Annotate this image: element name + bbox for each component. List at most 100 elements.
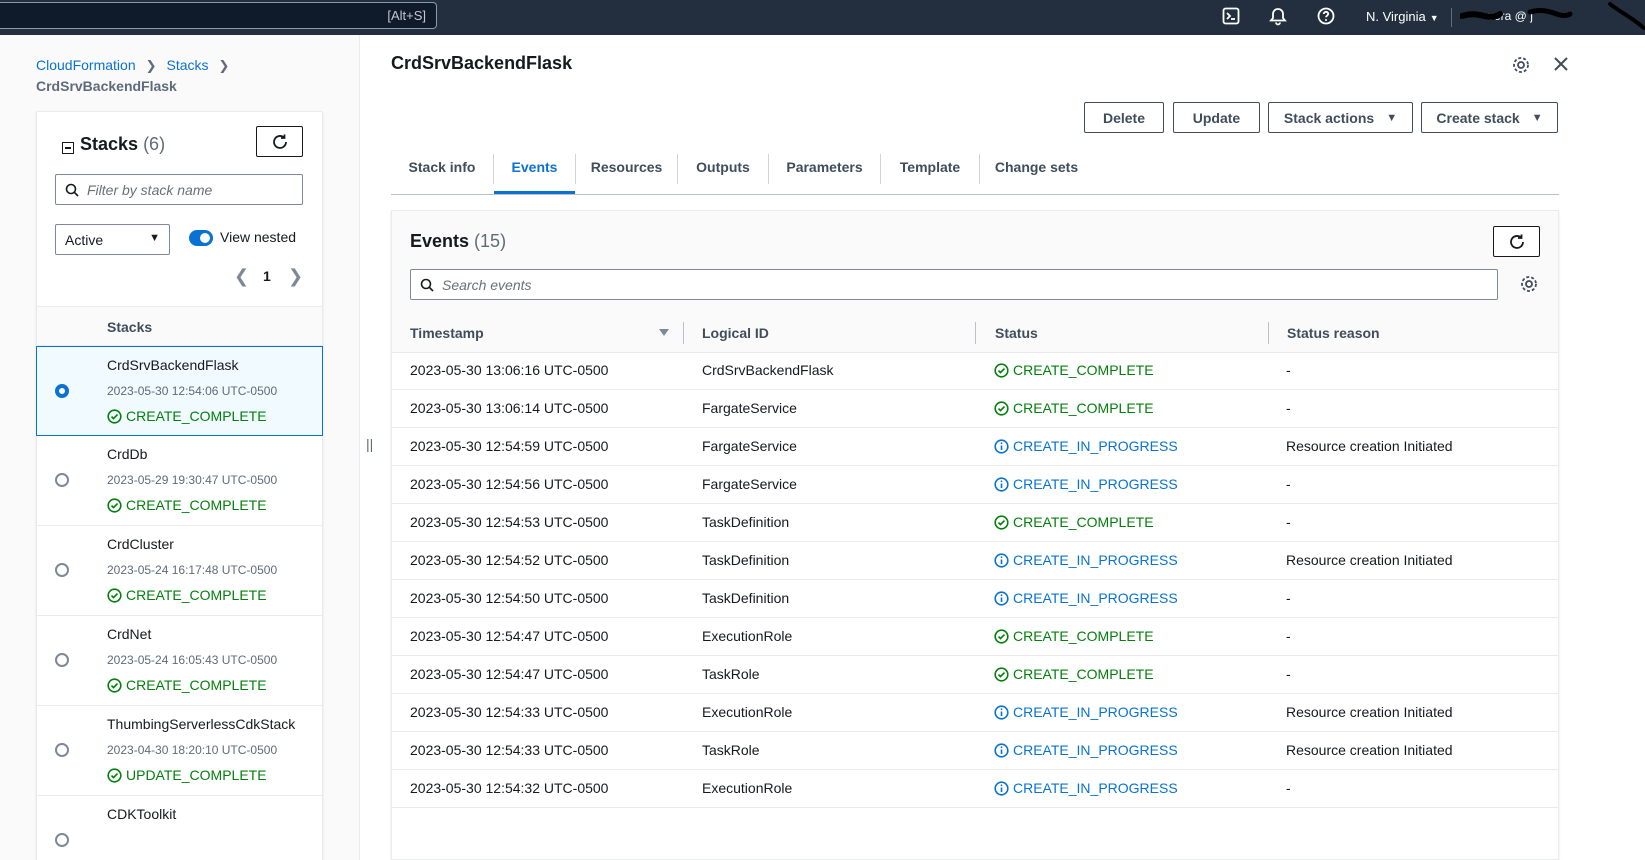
global-search-box[interactable]: [Alt+S] [0,2,437,29]
column-status-reason[interactable]: Status reason [1287,325,1380,341]
info-circle-icon [994,780,1009,796]
divider [1451,8,1452,27]
status-filter-select[interactable]: Active ▼ [55,224,170,255]
check-circle-icon [107,767,122,783]
update-button[interactable]: Update [1173,102,1260,133]
sort-descending-icon[interactable] [659,329,669,336]
event-status-label[interactable]: CREATE_IN_PROGRESS [1013,742,1178,758]
stack-list-item[interactable]: CrdCluster 2023-05-24 16:17:48 UTC-0500 CR… [37,526,322,616]
column-divider[interactable] [975,322,976,344]
region-selector[interactable]: N. Virginia ▼ [1366,9,1439,24]
view-nested-toggle[interactable] [189,230,213,246]
stack-created-date: 2023-05-30 12:54:06 UTC-0500 [107,384,278,398]
breadcrumb-cloudformation[interactable]: CloudFormation [36,57,136,73]
events-search-input[interactable]: Search events [410,269,1498,300]
stack-filter-input[interactable]: Filter by stack name [55,174,303,205]
stack-name[interactable]: CrdNet [107,626,151,642]
tab-events[interactable]: Events [494,144,575,194]
table-row: 2023-05-30 12:54:47 UTC-0500 TaskRole CREA… [392,656,1558,694]
stack-radio-button[interactable] [55,384,69,398]
table-row: 2023-05-30 12:54:56 UTC-0500 FargateServi… [392,466,1558,504]
event-status-label[interactable]: CREATE_IN_PROGRESS [1013,476,1178,492]
events-title: Events [410,231,470,251]
tab-stack-info[interactable]: Stack info [391,144,493,194]
stack-name[interactable]: CrdCluster [107,536,174,552]
event-status-label: CREATE_COMPLETE [1013,514,1154,530]
column-status[interactable]: Status [995,325,1038,341]
create-stack-button[interactable]: Create stack ▼ [1421,102,1558,133]
event-status-reason: - [1286,666,1291,682]
stack-name[interactable]: CrdDb [107,446,147,462]
event-status-label[interactable]: CREATE_IN_PROGRESS [1013,438,1178,454]
close-icon[interactable] [1551,54,1571,74]
table-preferences-gear-icon[interactable] [1519,274,1539,294]
stack-created-date: 2023-05-29 19:30:47 UTC-0500 [107,473,278,487]
tab-outputs[interactable]: Outputs [678,144,768,194]
info-circle-icon [994,590,1009,606]
event-timestamp: 2023-05-30 12:54:53 UTC-0500 [410,514,609,530]
next-page-icon[interactable]: ❯ [288,266,303,287]
tab-change-sets[interactable]: Change sets [980,144,1093,194]
stack-list-item[interactable]: CrdNet 2023-05-24 16:05:43 UTC-0500 CREATE… [37,616,322,706]
column-divider[interactable] [1268,322,1269,344]
stack-status: CREATE_COMPLETE [107,677,267,693]
event-status: CREATE_COMPLETE [994,362,1154,378]
stack-radio-button[interactable] [55,743,69,757]
event-timestamp: 2023-05-30 12:54:47 UTC-0500 [410,628,609,644]
check-circle-icon [994,362,1009,378]
column-timestamp[interactable]: Timestamp [410,325,484,341]
stack-radio-button[interactable] [55,833,69,847]
event-status-label[interactable]: CREATE_IN_PROGRESS [1013,780,1178,796]
event-status-reason: - [1286,590,1291,606]
stack-list-item[interactable]: CrdDb 2023-05-29 19:30:47 UTC-0500 CREATE_… [37,436,322,526]
delete-button[interactable]: Delete [1084,102,1164,133]
create-stack-label: Create stack [1436,109,1520,126]
column-divider[interactable] [683,322,684,344]
page-number[interactable]: 1 [263,268,271,284]
stack-list-item[interactable]: CrdSrvBackendFlask 2023-05-30 12:54:06 UT… [36,346,323,436]
event-status: CREATE_IN_PROGRESS [994,552,1178,568]
stack-radio-button[interactable] [55,653,69,667]
stacks-container: Stacks (6) Filter by stack name Active ▼… [36,111,323,860]
tab-parameters[interactable]: Parameters [769,144,880,194]
breadcrumb-stacks[interactable]: Stacks [167,57,209,73]
stack-list-item[interactable]: CDKToolkit [37,796,322,860]
tab-template[interactable]: Template [881,144,979,194]
stack-status: UPDATE_COMPLETE [107,767,267,783]
event-timestamp: 2023-05-30 13:06:14 UTC-0500 [410,400,609,416]
event-status: CREATE_COMPLETE [994,514,1154,530]
panel-resize-handle[interactable]: || [366,436,373,452]
refresh-stacks-button[interactable] [256,126,303,157]
stacks-column-label: Stacks [107,319,153,335]
event-status-reason: - [1286,780,1291,796]
collapse-icon[interactable] [62,142,74,154]
refresh-events-button[interactable] [1493,226,1540,257]
event-status-label[interactable]: CREATE_IN_PROGRESS [1013,704,1178,720]
event-status-reason: - [1286,362,1291,378]
stack-list-item[interactable]: ThumbingServerlessCdkStack 2023-04-30 18:… [37,706,322,796]
stack-radio-button[interactable] [55,563,69,577]
column-logical-id[interactable]: Logical ID [702,325,769,341]
event-status-label[interactable]: CREATE_IN_PROGRESS [1013,552,1178,568]
stack-status-label: UPDATE_COMPLETE [126,767,267,783]
table-row: 2023-05-30 12:54:47 UTC-0500 ExecutionRol… [392,618,1558,656]
update-label: Update [1192,109,1241,126]
stack-created-date: 2023-04-30 18:20:10 UTC-0500 [107,743,278,757]
cloudshell-icon[interactable] [1221,6,1241,26]
search-icon [420,278,434,292]
stack-name[interactable]: CrdSrvBackendFlask [107,357,239,373]
event-status: CREATE_IN_PROGRESS [994,704,1178,720]
event-logical-id: FargateService [702,476,797,492]
search-icon [65,183,79,197]
previous-page-icon[interactable]: ❮ [234,266,249,287]
stack-radio-button[interactable] [55,473,69,487]
event-status-reason: - [1286,476,1291,492]
stack-actions-button[interactable]: Stack actions ▼ [1268,102,1413,133]
bell-icon[interactable] [1268,6,1288,26]
help-icon[interactable] [1316,6,1336,26]
gear-icon[interactable] [1511,55,1531,75]
tab-resources[interactable]: Resources [576,144,677,194]
stack-name[interactable]: CDKToolkit [107,806,176,822]
event-status-label[interactable]: CREATE_IN_PROGRESS [1013,590,1178,606]
stack-name[interactable]: ThumbingServerlessCdkStack [107,716,295,732]
